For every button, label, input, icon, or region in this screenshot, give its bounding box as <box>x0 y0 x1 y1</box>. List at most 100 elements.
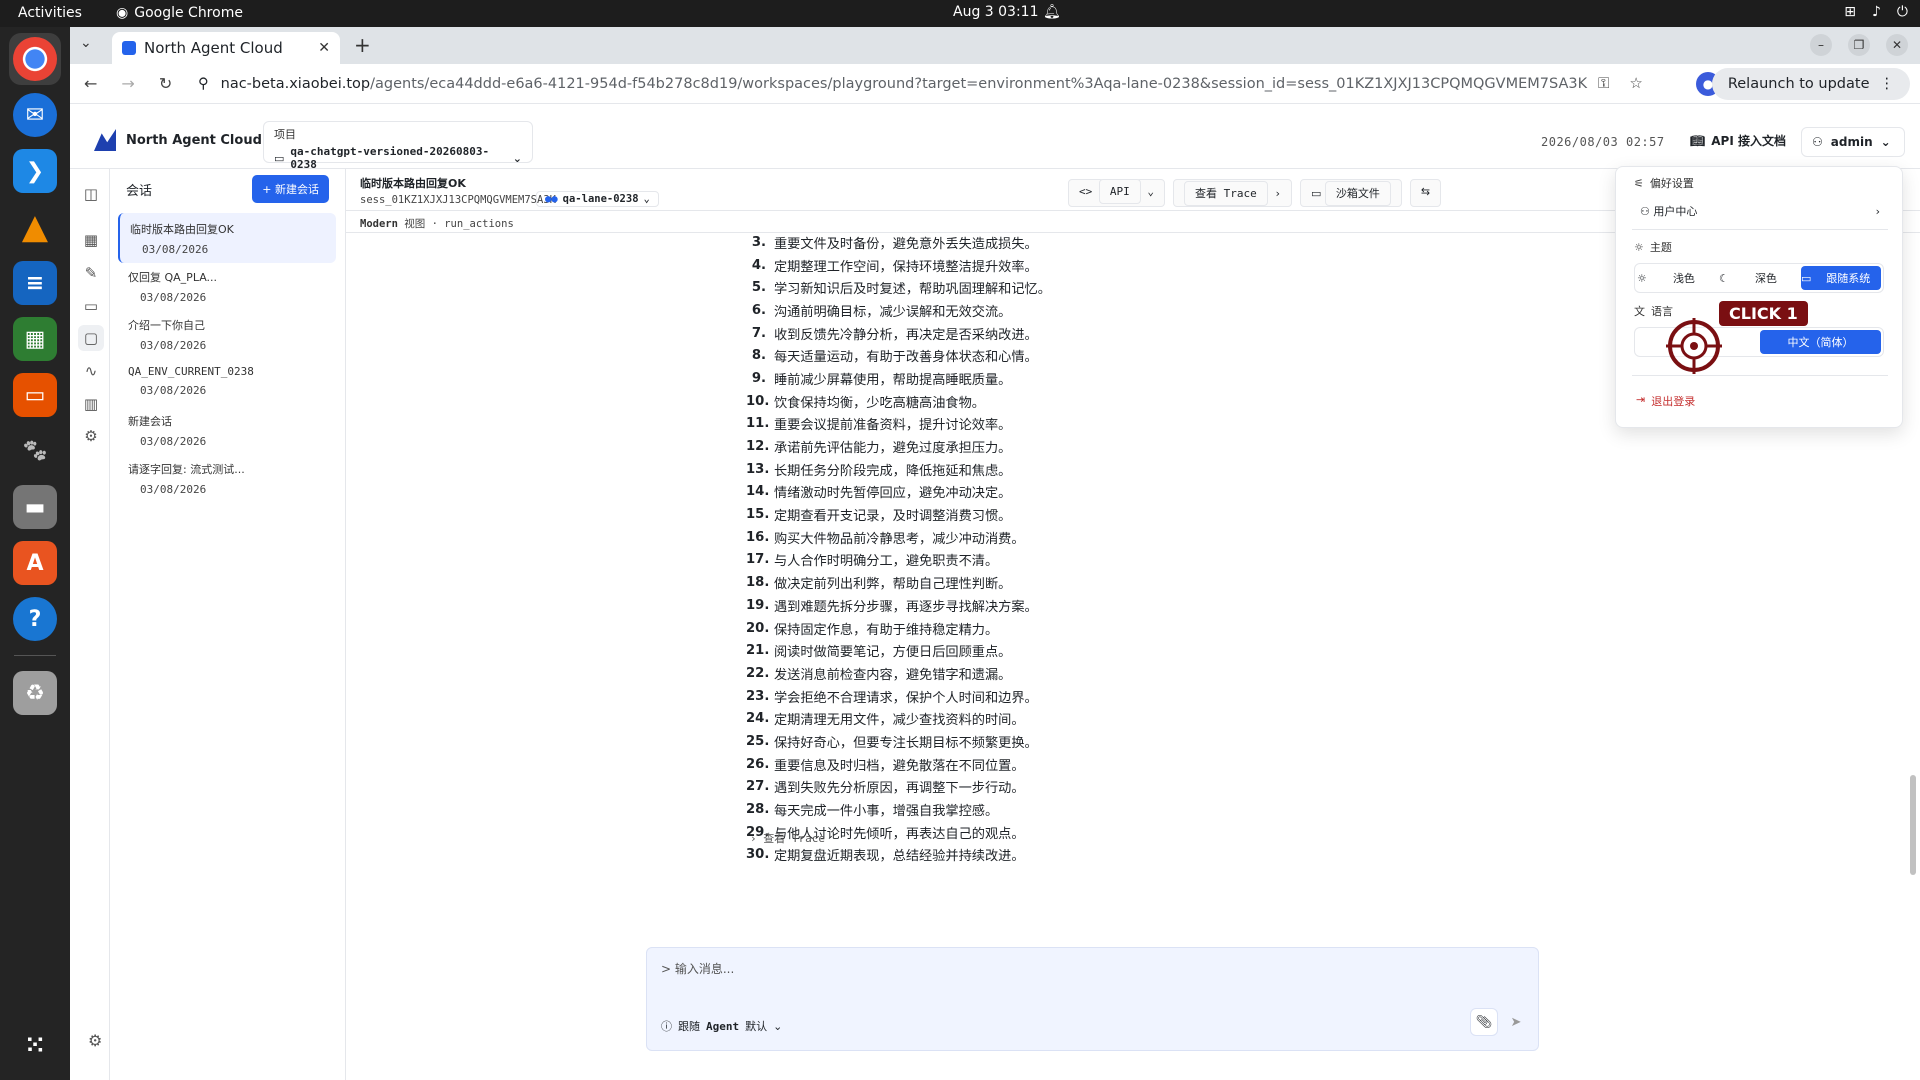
new-session-button[interactable]: + 新建会话 <box>252 175 329 203</box>
dock-writer[interactable]: ≡ <box>9 257 61 309</box>
system-tray[interactable]: ⊞ ♪ ⏻ <box>1844 4 1908 20</box>
message-line: 20. 保持固定作息，有助于维持稳定精力。 <box>746 617 1051 640</box>
brand[interactable]: North Agent Cloud <box>94 129 262 151</box>
writer-icon: ≡ <box>13 261 57 305</box>
session-item[interactable]: 仅回复 QA_PLA... 03/08/2026 <box>118 261 336 311</box>
thunderbird-icon: ✉ <box>13 93 57 137</box>
user-center-item[interactable]: ⚇ 用户中心 › <box>1640 203 1880 219</box>
close-tab-icon[interactable]: ✕ <box>318 40 330 56</box>
terminal-icon[interactable]: ▭ <box>78 293 104 319</box>
chart-icon[interactable]: ▥ <box>78 391 104 417</box>
dock-gimp[interactable]: 🐾︎ <box>9 425 61 477</box>
line-text: 保持固定作息，有助于维持稳定精力。 <box>774 622 999 638</box>
session-item[interactable]: QA_ENV_CURRENT_0238 03/08/2026 <box>118 357 336 407</box>
line-text: 学习新知识后及时复述，帮助巩固理解和记忆。 <box>774 282 1051 298</box>
address-bar[interactable]: ⚲ nac-beta.xiaobei.top/agents/eca44ddd-e… <box>198 69 1808 99</box>
session-item[interactable]: 临时版本路由回复OK 03/08/2026 <box>118 213 336 263</box>
agent-selector[interactable]: ⓘ 跟随 Agent 默认 ⌄ <box>661 1018 782 1034</box>
dock-app-center[interactable]: A <box>9 537 61 589</box>
theme-dark-option[interactable]: ☾ 深色 <box>1719 266 1799 290</box>
dock: ✉ ❯ ▲ ≡ ▦ ▭ 🐾︎ ▬ A ? ♻ ⁙ <box>0 27 70 1080</box>
project-selector[interactable]: 项目 ▭ qa-chatgpt-versioned-20260803-0238 … <box>263 121 533 171</box>
view-trace-button[interactable]: 查看 Trace › <box>1173 179 1292 207</box>
language-zh-option[interactable]: 中文（简体） <box>1760 330 1881 354</box>
reload-icon[interactable]: ↻ <box>159 74 172 93</box>
key-icon[interactable]: ⚿ <box>1598 74 1609 92</box>
dashboard-icon[interactable]: ▦ <box>78 227 104 253</box>
chat-icon[interactable]: ▢ <box>78 325 104 351</box>
theme-system-option[interactable]: ▭ 跟随系统 <box>1801 266 1881 290</box>
sliders-icon[interactable]: ⚙ <box>78 423 104 449</box>
line-text: 沟通前明确目标，减少误解和无效交流。 <box>774 304 1012 320</box>
api-doc-link[interactable]: 📖︎ API 接入文档 <box>1690 132 1786 149</box>
user-menu-button[interactable]: ⚇ admin ⌄ <box>1801 127 1905 157</box>
site-info-icon[interactable]: ⚲ <box>198 76 209 92</box>
line-number: 20. <box>746 620 770 636</box>
line-text: 重要信息及时归档，避免散落在不同位置。 <box>774 758 1025 774</box>
line-number: 27. <box>746 779 770 795</box>
message-input[interactable]: > 输入消息... <box>661 960 734 977</box>
dock-show-apps[interactable]: ⁙ <box>9 1019 61 1071</box>
prefs-title: ⚟ 偏好设置 <box>1634 176 1694 191</box>
username: admin <box>1830 135 1873 149</box>
back-icon[interactable]: ← <box>84 74 97 93</box>
dock-thunderbird[interactable]: ✉ <box>9 89 61 141</box>
message-line: 10. 饮食保持均衡，少吃高糖高油食物。 <box>746 390 1051 413</box>
chrome-icon: ◉ <box>116 5 129 21</box>
clock[interactable]: Aug 3 03:11 🔔︎ <box>953 4 1061 20</box>
session-item[interactable]: 新建会话 03/08/2026 <box>118 405 336 455</box>
line-text: 情绪激动时先暂停回应，避免冲动决定。 <box>774 486 1012 502</box>
dock-vscode[interactable]: ❯ <box>9 145 61 197</box>
sun-icon: ☼ <box>1634 240 1644 254</box>
sandbox-files-button[interactable]: ▭ 沙箱文件 <box>1300 179 1402 207</box>
message-line: 25. 保持好奇心，但要专注长期目标不频繁更换。 <box>746 730 1051 753</box>
browser-tab[interactable]: North Agent Cloud ✕ <box>112 32 340 64</box>
message-line: 8. 每天适量运动，有助于改善身体状态和心情。 <box>746 344 1051 367</box>
new-tab-button[interactable]: + <box>354 33 371 57</box>
tab-search-icon[interactable]: ⌄ <box>80 35 92 51</box>
swap-button[interactable]: ⇆ <box>1409 179 1442 207</box>
relaunch-button[interactable]: Relaunch to update ⋮ <box>1711 68 1910 100</box>
message-line: 3. 重要文件及时备份，避免意外丢失造成损失。 <box>746 233 1051 254</box>
bookmark-star-icon[interactable]: ☆ <box>1629 74 1642 92</box>
scrollbar-thumb[interactable] <box>1910 775 1916 875</box>
line-text: 遇到难题先拆分步骤，再逐步寻找解决方案。 <box>774 599 1038 615</box>
crosshair-icon <box>1666 318 1722 374</box>
forward-icon[interactable]: → <box>121 74 134 93</box>
dock-calc[interactable]: ▦ <box>9 313 61 365</box>
attach-icon[interactable]: 📎︎ <box>1470 1008 1498 1036</box>
line-text: 定期整理工作空间，保持环境整洁提升效率。 <box>774 259 1038 275</box>
app-menu[interactable]: ◉ Google Chrome <box>116 5 243 21</box>
theme-light-option[interactable]: ☼ 浅色 <box>1637 266 1717 290</box>
vlc-icon: ▲ <box>21 207 49 247</box>
close-window-icon[interactable]: ✕ <box>1886 34 1908 56</box>
dock-help[interactable]: ? <box>9 593 61 645</box>
send-icon[interactable]: ➤ <box>1502 1008 1530 1036</box>
activities-button[interactable]: Activities <box>18 5 82 21</box>
dock-impress[interactable]: ▭ <box>9 369 61 421</box>
view-trace-link[interactable]: › 查看 Trace <box>750 830 825 846</box>
api-button[interactable]: <> API ⌄ <box>1068 179 1165 207</box>
line-text: 遇到失败先分析原因，再调整下一步行动。 <box>774 781 1025 797</box>
logout-item[interactable]: ⇥ 退出登录 <box>1636 393 1695 409</box>
session-item[interactable]: 请逐字回复: 流式测试... 03/08/2026 <box>118 453 336 503</box>
settings-gear-icon[interactable]: ⚙ <box>88 1031 102 1050</box>
minimize-icon[interactable]: – <box>1810 34 1832 56</box>
edit-icon[interactable]: ✎ <box>78 260 104 286</box>
dock-vlc[interactable]: ▲ <box>9 201 61 253</box>
restore-icon[interactable]: ❐ <box>1848 34 1870 56</box>
dock-files[interactable]: ▬ <box>9 481 61 533</box>
session-item[interactable]: 介绍一下你自己 03/08/2026 <box>118 309 336 359</box>
chrome-icon <box>13 37 57 81</box>
line-text: 购买大件物品前冷静思考，减少冲动消费。 <box>774 531 1025 547</box>
dock-chrome[interactable] <box>9 33 61 85</box>
scrollbar[interactable] <box>1908 233 1918 933</box>
bot-icon[interactable]: ◫ <box>78 181 104 207</box>
activity-icon[interactable]: ∿ <box>78 358 104 384</box>
line-number: 19. <box>746 597 770 613</box>
line-number: 23. <box>746 688 770 704</box>
lane-selector[interactable]: ●● qa-lane-0238 ⌄ <box>536 191 659 207</box>
line-number: 10. <box>746 393 770 409</box>
dock-trash[interactable]: ♻ <box>9 667 61 719</box>
tab-strip: ⌄ North Agent Cloud ✕ + – ❐ ✕ <box>70 27 1920 64</box>
